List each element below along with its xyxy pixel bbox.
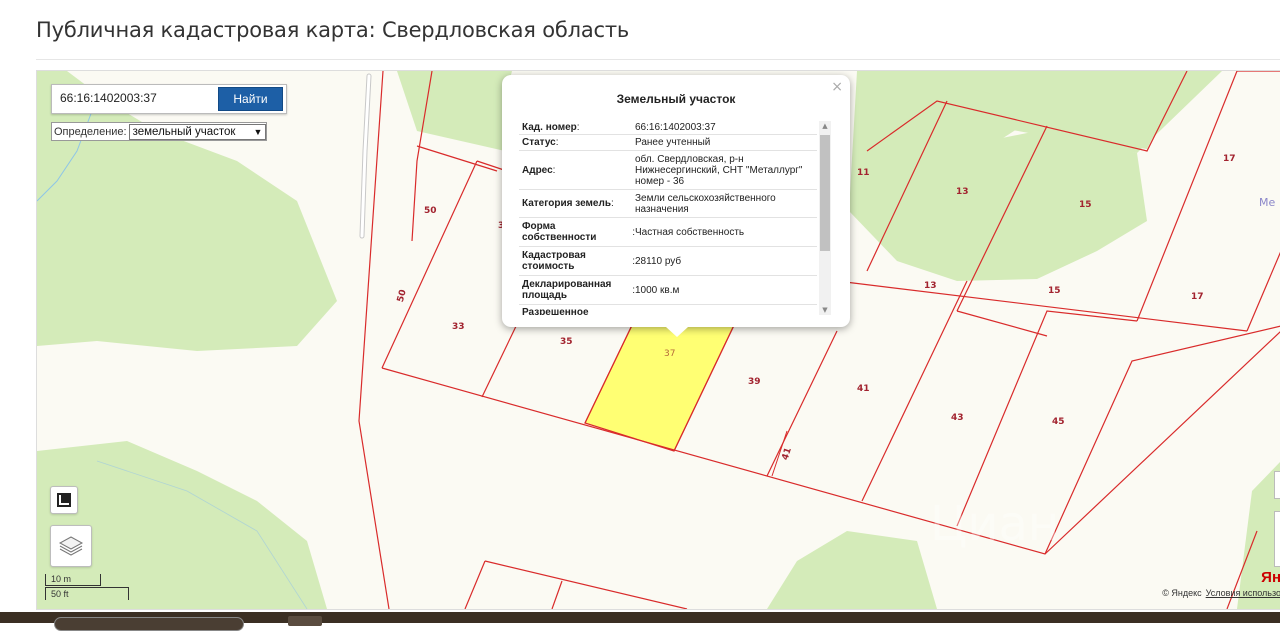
popup-title: Земельный участок <box>616 92 736 106</box>
parcel-label: 11 <box>857 168 870 178</box>
attribute-value: Частная собственность <box>635 226 745 238</box>
taskbar-search[interactable] <box>54 617 244 631</box>
attribute-value: Земли сельскохозяйственного назначения <box>635 192 776 215</box>
scrollbar-thumb[interactable] <box>820 135 830 251</box>
attribute-key: Категория земель <box>522 198 611 209</box>
attribute-value: обл. Свердловская, р-н Нижнесергинский, … <box>635 153 803 187</box>
parcel-label: 41 <box>857 384 870 394</box>
forest-area <box>767 531 937 609</box>
forest-area <box>397 71 512 151</box>
attribute-value: 66:16:1402003:37 <box>635 122 716 133</box>
attribute-row: Форма собственности: Частная собственнос… <box>519 218 817 247</box>
scroll-down-icon[interactable]: ▼ <box>819 306 831 314</box>
search-input[interactable] <box>54 87 226 109</box>
zoom-control[interactable] <box>1274 471 1280 499</box>
parcel-label: 39 <box>748 377 761 387</box>
attribution: © Яндекс Условия использо <box>1162 588 1280 598</box>
title-divider <box>36 59 1280 60</box>
parcel-label: 33 <box>452 322 465 332</box>
attribute-row: Адрес: обл. Свердловская, р-н Нижнесерги… <box>519 151 817 190</box>
scale-metric-label: 10 m <box>51 574 72 584</box>
watermark: Циан <box>930 496 1060 552</box>
taskbar-app[interactable] <box>288 616 322 626</box>
attribute-row: Кадастровая стоимость: 28110 руб <box>519 247 817 276</box>
attribute-key: Разрешенное <box>522 306 589 316</box>
popup-attributes-table[interactable]: Кад. номер: 66:16:1402003:37 Статус: Ран… <box>519 121 817 315</box>
definition-row: Определение: земельный участок ▼ <box>51 122 268 141</box>
parcel-label: 45 <box>1052 417 1065 427</box>
search-box: Найти <box>51 84 287 114</box>
ruler-button[interactable] <box>50 486 78 514</box>
parcel-label: 13 <box>956 187 969 197</box>
page-title: Публичная кадастровая карта: Свердловска… <box>36 18 630 42</box>
parcel-label: 13 <box>924 281 937 291</box>
parcel-label: 43 <box>951 413 964 423</box>
parcel-label: 15 <box>1048 286 1061 296</box>
definition-label: Определение: <box>54 125 127 138</box>
zoom-control[interactable] <box>1274 511 1280 567</box>
attribute-row: Статус: Ранее учтенный <box>519 135 817 151</box>
attribute-value: Ранее учтенный <box>635 137 711 148</box>
cadastral-map[interactable]: 50 33 35 37 39 41 43 45 11 13 15 17 13 1… <box>36 70 1280 610</box>
ruler-icon <box>57 493 71 507</box>
parcel-info-popup: × Земельный участок Кад. номер: 66:16:14… <box>502 75 850 337</box>
attribute-key: Декларированная площадь <box>522 279 612 301</box>
attribute-value <box>635 305 817 315</box>
attribute-row: Категория земель: Земли сельскохозяйстве… <box>519 190 817 218</box>
yandex-logo: Ян <box>1261 569 1280 586</box>
parcel-label: 37 <box>664 349 676 359</box>
attribute-row: Разрешенное <box>519 305 817 316</box>
definition-selected: земельный участок <box>132 125 236 138</box>
attribute-key: Статус <box>522 137 556 148</box>
parcel-label: 17 <box>1191 292 1204 302</box>
scale-imperial-label: 50 ft <box>51 589 69 599</box>
scroll-up-icon[interactable]: ▲ <box>819 122 831 130</box>
attribute-value: 1000 кв.м <box>635 284 680 296</box>
attribute-row: Декларированная площадь: 1000 кв.м <box>519 276 817 305</box>
attribute-key: Кадастровая стоимость <box>522 250 586 272</box>
definition-select[interactable]: земельный участок ▼ <box>128 123 267 140</box>
parcel-label: 17 <box>1223 154 1236 164</box>
layers-button[interactable] <box>50 525 92 567</box>
scale-bar: 10 m 50 ft <box>45 574 135 602</box>
popup-scrollbar[interactable]: ▲ ▼ <box>819 121 831 315</box>
attribute-key: Адрес <box>522 164 553 176</box>
attribute-key: Форма собственности <box>522 221 597 243</box>
parcel-label: 15 <box>1079 200 1092 210</box>
parcel-label: 35 <box>560 337 573 347</box>
terms-link[interactable]: Условия использо <box>1206 588 1280 598</box>
attribute-value: 28110 руб <box>635 255 682 267</box>
parcel-label: 50 <box>424 206 437 216</box>
chevron-down-icon: ▼ <box>253 126 263 137</box>
place-label: Ме <box>1259 196 1276 209</box>
search-button[interactable]: Найти <box>218 87 283 111</box>
copyright-text: © Яндекс <box>1162 588 1202 598</box>
attribute-key: Кад. номер <box>522 122 577 133</box>
taskbar <box>0 612 1280 631</box>
attribute-row: Кад. номер: 66:16:1402003:37 <box>519 121 817 135</box>
layers-icon <box>58 536 84 556</box>
